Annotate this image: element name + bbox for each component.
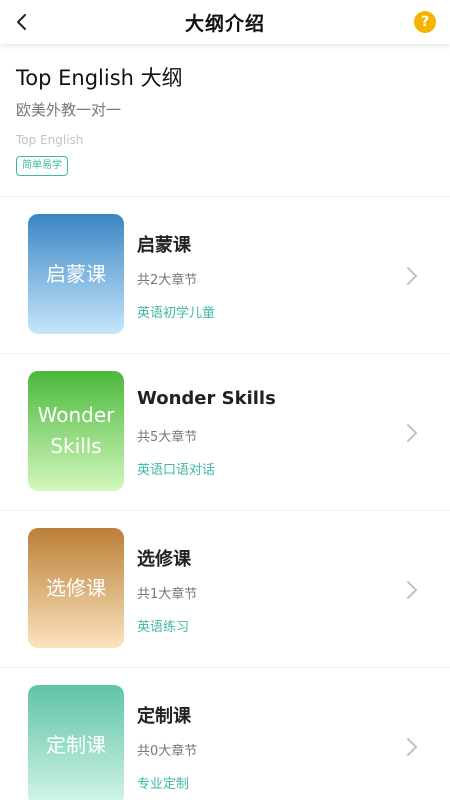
chevron-right-icon (407, 581, 417, 599)
course-name: 启蒙课 (137, 235, 191, 256)
chevron-right-icon (407, 424, 417, 442)
course-thumbnail: 定制课 (28, 685, 124, 800)
brand-label: Top English (16, 133, 84, 147)
syllabus-subtitle: 欧美外教一对一 (16, 101, 122, 119)
course-item[interactable]: 定制课 定制课 共0大章节 专业定制 (0, 668, 450, 800)
course-item[interactable]: Wonder Skills Wonder Skills 共5大章节 英语口语对话 (0, 354, 450, 511)
course-name: Wonder Skills (137, 388, 276, 409)
course-item[interactable]: 启蒙课 启蒙课 共2大章节 英语初学儿童 (0, 197, 450, 354)
course-chapter-count: 共5大章节 (137, 430, 198, 445)
course-chapter-count: 共0大章节 (137, 744, 198, 759)
course-description: 英语口语对话 (137, 463, 216, 478)
nav-bar: 大纲介绍 ? (0, 0, 450, 44)
course-thumbnail: 启蒙课 (28, 214, 124, 334)
chevron-right-icon (407, 738, 417, 756)
course-item[interactable]: 选修课 选修课 共1大章节 英语练习 (0, 511, 450, 668)
back-button[interactable] (6, 6, 38, 38)
syllabus-header: Top English 大纲 欧美外教一对一 Top English 简单易学 (0, 44, 450, 197)
chevron-right-icon (407, 267, 417, 285)
course-name: 选修课 (137, 549, 191, 570)
course-chapter-count: 共2大章节 (137, 273, 198, 288)
course-description: 专业定制 (137, 777, 190, 792)
course-thumbnail: Wonder Skills (28, 371, 124, 491)
course-chapter-count: 共1大章节 (137, 587, 198, 602)
difficulty-tag: 简单易学 (16, 156, 68, 176)
course-thumbnail: 选修课 (28, 528, 124, 648)
course-description: 英语练习 (137, 620, 190, 635)
course-description: 英语初学儿童 (137, 306, 216, 321)
syllabus-title: Top English 大纲 (16, 66, 183, 90)
course-name: 定制课 (137, 706, 191, 727)
page-title: 大纲介绍 (184, 12, 265, 35)
question-circle-icon[interactable]: ? (414, 11, 436, 33)
chevron-left-icon (17, 14, 26, 30)
